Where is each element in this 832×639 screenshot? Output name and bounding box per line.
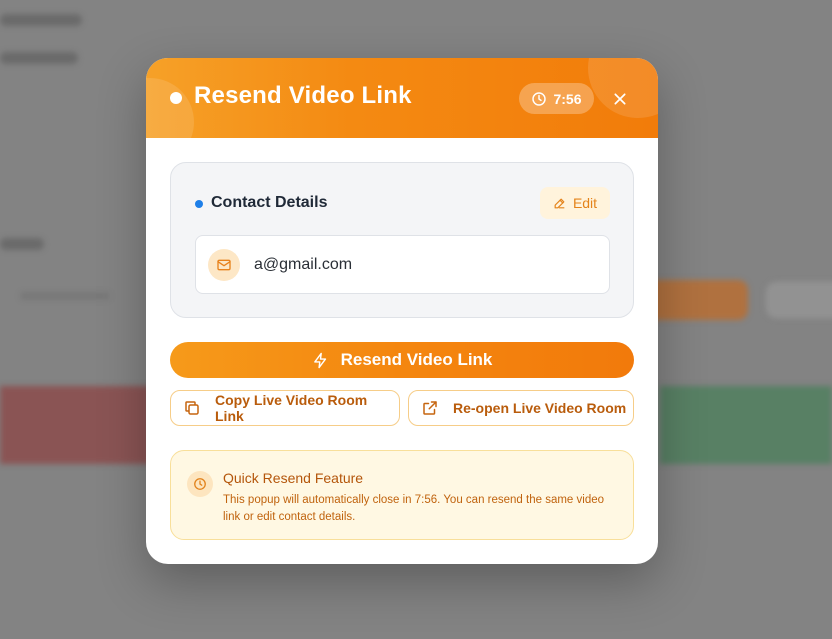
resend-video-link-button[interactable]: Resend Video Link [170,342,634,378]
live-indicator-dot [170,92,182,104]
close-button[interactable] [608,87,632,111]
contact-details-card: Contact Details Edit a@gmail.com [170,162,634,318]
edit-label[interactable]: Edit [573,195,597,211]
countdown-timer: 7:56 [519,83,594,114]
section-dot [195,200,203,208]
pencil-icon[interactable] [553,197,566,210]
reopen-button-label[interactable]: Re-open Live Video Room [453,400,626,416]
clock-icon [187,471,213,497]
header-decoration [146,78,194,138]
quick-resend-info-box: Quick Resend Feature This popup will aut… [170,450,634,540]
email-field[interactable]: a@gmail.com [195,235,610,294]
copy-icon[interactable] [183,399,201,417]
clock-icon [531,91,547,107]
mail-icon [208,248,240,281]
email-value[interactable]: a@gmail.com [254,256,352,274]
modal-body: Contact Details Edit a@gmail.com Resend … [146,138,658,540]
modal-header: Resend Video Link 7:56 [146,58,658,138]
info-title: Quick Resend Feature [223,470,364,486]
section-title: Contact Details [211,194,328,211]
modal-title: Resend Video Link [194,82,412,109]
lightning-icon[interactable] [312,352,329,369]
copy-room-link-button[interactable]: Copy Live Video Room Link [170,390,400,426]
timer-value: 7:56 [553,90,582,107]
info-text: This popup will automatically close in 7… [223,494,605,523]
edit-contact-button[interactable]: Edit [540,187,610,219]
reopen-room-button[interactable]: Re-open Live Video Room [408,390,634,426]
resend-video-link-modal: Resend Video Link 7:56 Contact Details E… [146,58,658,564]
close-icon[interactable] [612,91,628,107]
copy-button-label[interactable]: Copy Live Video Room Link [215,392,399,424]
resend-button-label[interactable]: Resend Video Link [341,350,493,370]
external-link-icon[interactable] [421,399,439,417]
